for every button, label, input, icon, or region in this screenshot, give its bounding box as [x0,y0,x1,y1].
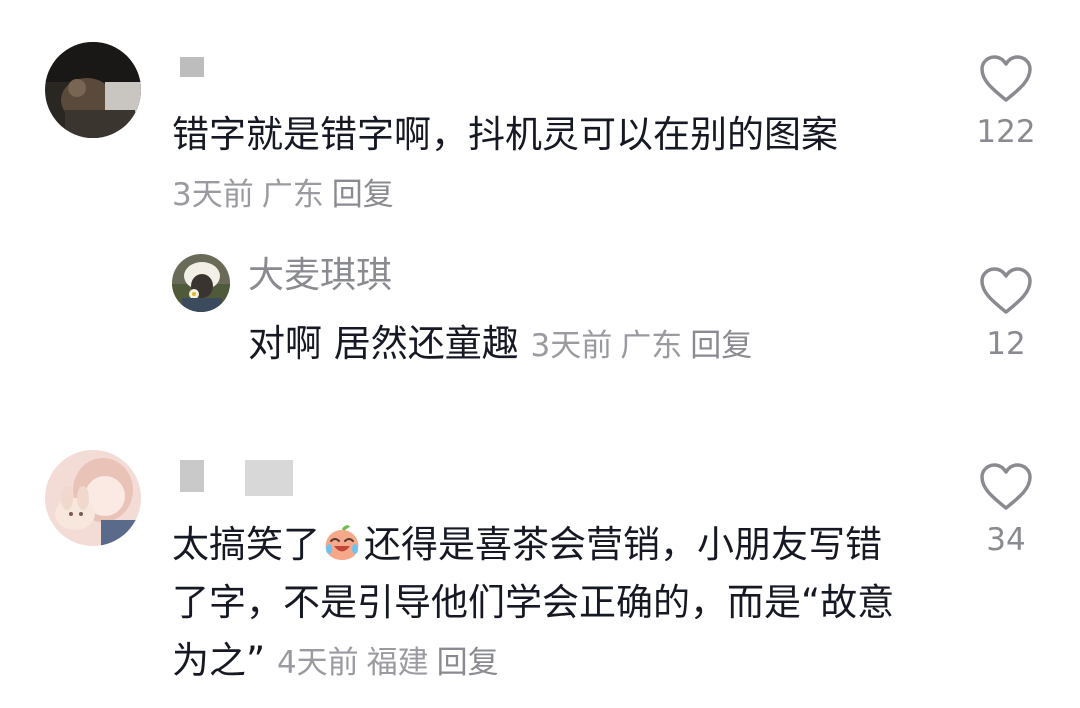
reply-item: 大麦琪琪 对啊 居然还童趣 3天前 广东 回复 12 [0,230,1080,400]
heart-icon [980,267,1032,314]
avatar-image [45,42,141,138]
crying-laughing-emoji-icon [325,525,359,560]
comment-item: 太搞笑了 还得是喜茶会营销，小朋友写错了字，不是引导他们学会正确的，而是“故意为… [0,430,1080,708]
like-button[interactable]: 34 [966,462,1046,558]
comment-text: 错字就是错字啊，抖机灵可以在别的图案 3天前 广东 回复 [172,106,902,224]
comment-location: 福建 [366,645,429,681]
username[interactable]: 大麦琪琪 [248,254,392,298]
heart-icon [980,463,1032,510]
comment-location: 广东 [261,177,324,213]
like-button[interactable]: 122 [966,54,1046,150]
comment-content: 对啊 居然还童趣 [248,322,519,365]
comment-meta: 3天前 广东 回复 [172,177,402,213]
username-redacted [180,460,204,492]
avatar-image [45,450,141,546]
avatar[interactable] [45,42,141,138]
avatar[interactable] [45,450,141,546]
comment-content-start: 太搞笑了 [172,523,320,566]
comment-meta: 3天前 广东 回复 [531,328,761,364]
like-count: 34 [986,522,1026,558]
comment-time: 4天前 [276,645,359,681]
reply-button[interactable]: 回复 [690,328,752,364]
comment-time: 3天前 [530,328,613,364]
reply-button[interactable]: 回复 [437,645,499,681]
like-count: 12 [986,326,1026,362]
comment-meta: 4天前 福建 回复 [277,645,507,681]
username-redacted [245,460,293,496]
comment-text: 太搞笑了 还得是喜茶会营销，小朋友写错了字，不是引导他们学会正确的，而是“故意为… [172,516,902,692]
avatar-image [172,254,230,312]
reply-button[interactable]: 回复 [332,177,394,213]
comment-location: 广东 [620,328,683,364]
heart-icon [980,55,1032,102]
avatar[interactable] [172,254,230,312]
comment-content: 错字就是错字啊，抖机灵可以在别的图案 [172,113,838,156]
comment-item: 错字就是错字啊，抖机灵可以在别的图案 3天前 广东 回复 122 [0,0,1080,230]
like-button[interactable]: 12 [966,266,1046,362]
username-redacted [180,57,204,77]
comment-text: 对啊 居然还童趣 3天前 广东 回复 [248,315,948,375]
comment-time: 3天前 [172,177,254,213]
like-count: 122 [976,114,1036,150]
